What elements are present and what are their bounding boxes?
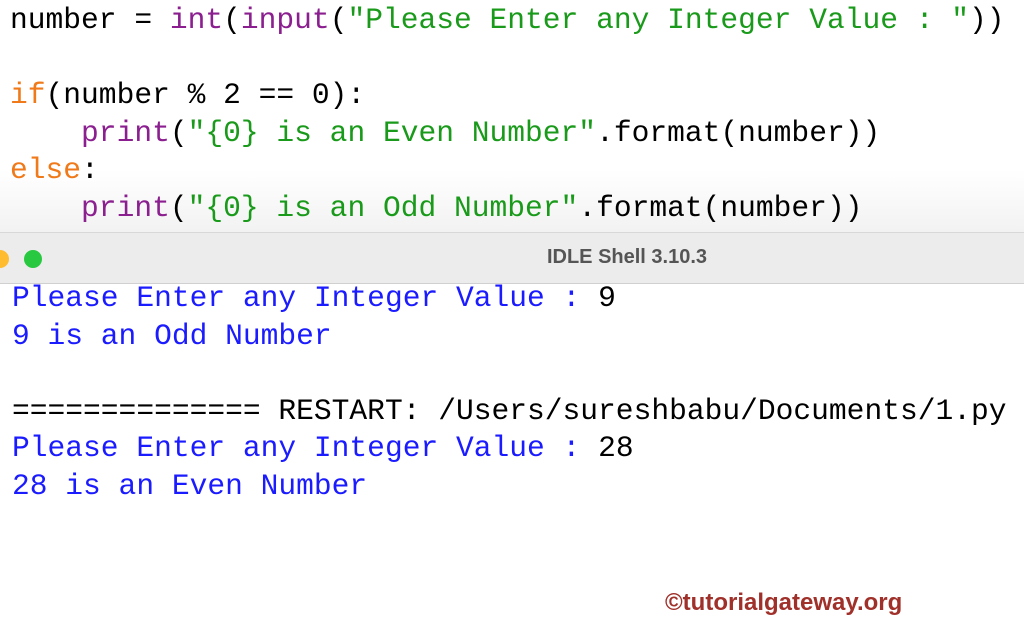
shell-output[interactable]: ©tutorialgateway.org Please Enter any In… [0,280,1024,616]
shell-line: Please Enter any Integer Value : 28 [12,430,634,466]
code-token: Please Enter any Integer Value : [12,281,599,315]
code-token: 28 is an Even Number [12,468,368,503]
code-token: )) [969,3,1005,37]
shell-line: Please Enter any Integer Value : 9 [12,280,616,316]
code-token: .format(number)) [596,115,881,150]
editor-line: if(number % 2 == 0): [10,76,365,114]
editor-line: print("{0} is an Odd Number".format(numb… [10,189,862,227]
editor-line: number = int(input("Please Enter any Int… [10,1,1005,39]
editor-line: else: [10,151,99,189]
code-token: print [81,191,170,225]
code-token: number = [10,3,170,37]
watermark: ©tutorialgateway.org [665,589,903,616]
code-token: ( [329,3,348,37]
code-token: 9 is an Odd Number [12,318,332,353]
code-token: "{0} is an Even Number" [187,115,597,150]
shell-line: 9 is an Odd Number [12,318,332,354]
code-editor[interactable]: number = int(input("Please Enter any Int… [0,0,1024,232]
code-token: 9 [598,281,616,315]
code-token: "{0} is an Odd Number" [187,191,579,225]
code-token: if [10,78,46,113]
code-token: int [169,3,224,37]
code-token: else [10,153,82,188]
code-token: Please Enter any Integer Value : [12,431,599,465]
code-token: ( [223,3,241,37]
editor-line: print("{0} is an Even Number".format(num… [10,114,880,152]
code-token: .format(number)) [578,191,863,225]
shell-line: ============== RESTART: /Users/sureshbab… [12,393,1007,429]
shell-title-bar: IDLE Shell 3.10.3 [0,232,1024,284]
code-token: print [81,115,170,150]
code-token: ( [169,115,188,150]
code-token: 28 [598,431,634,465]
code-token: : [81,153,99,188]
shell-line: 28 is an Even Number [12,468,367,504]
code-token: ( [169,191,188,225]
code-token: "Please Enter any Integer Value : " [347,3,970,37]
code-token: input [240,3,330,37]
code-token: (number % 2 == 0): [45,78,366,113]
window-title: IDLE Shell 3.10.3 [546,246,708,268]
code-token: ============== RESTART: /Users/sureshbab… [12,393,1007,428]
